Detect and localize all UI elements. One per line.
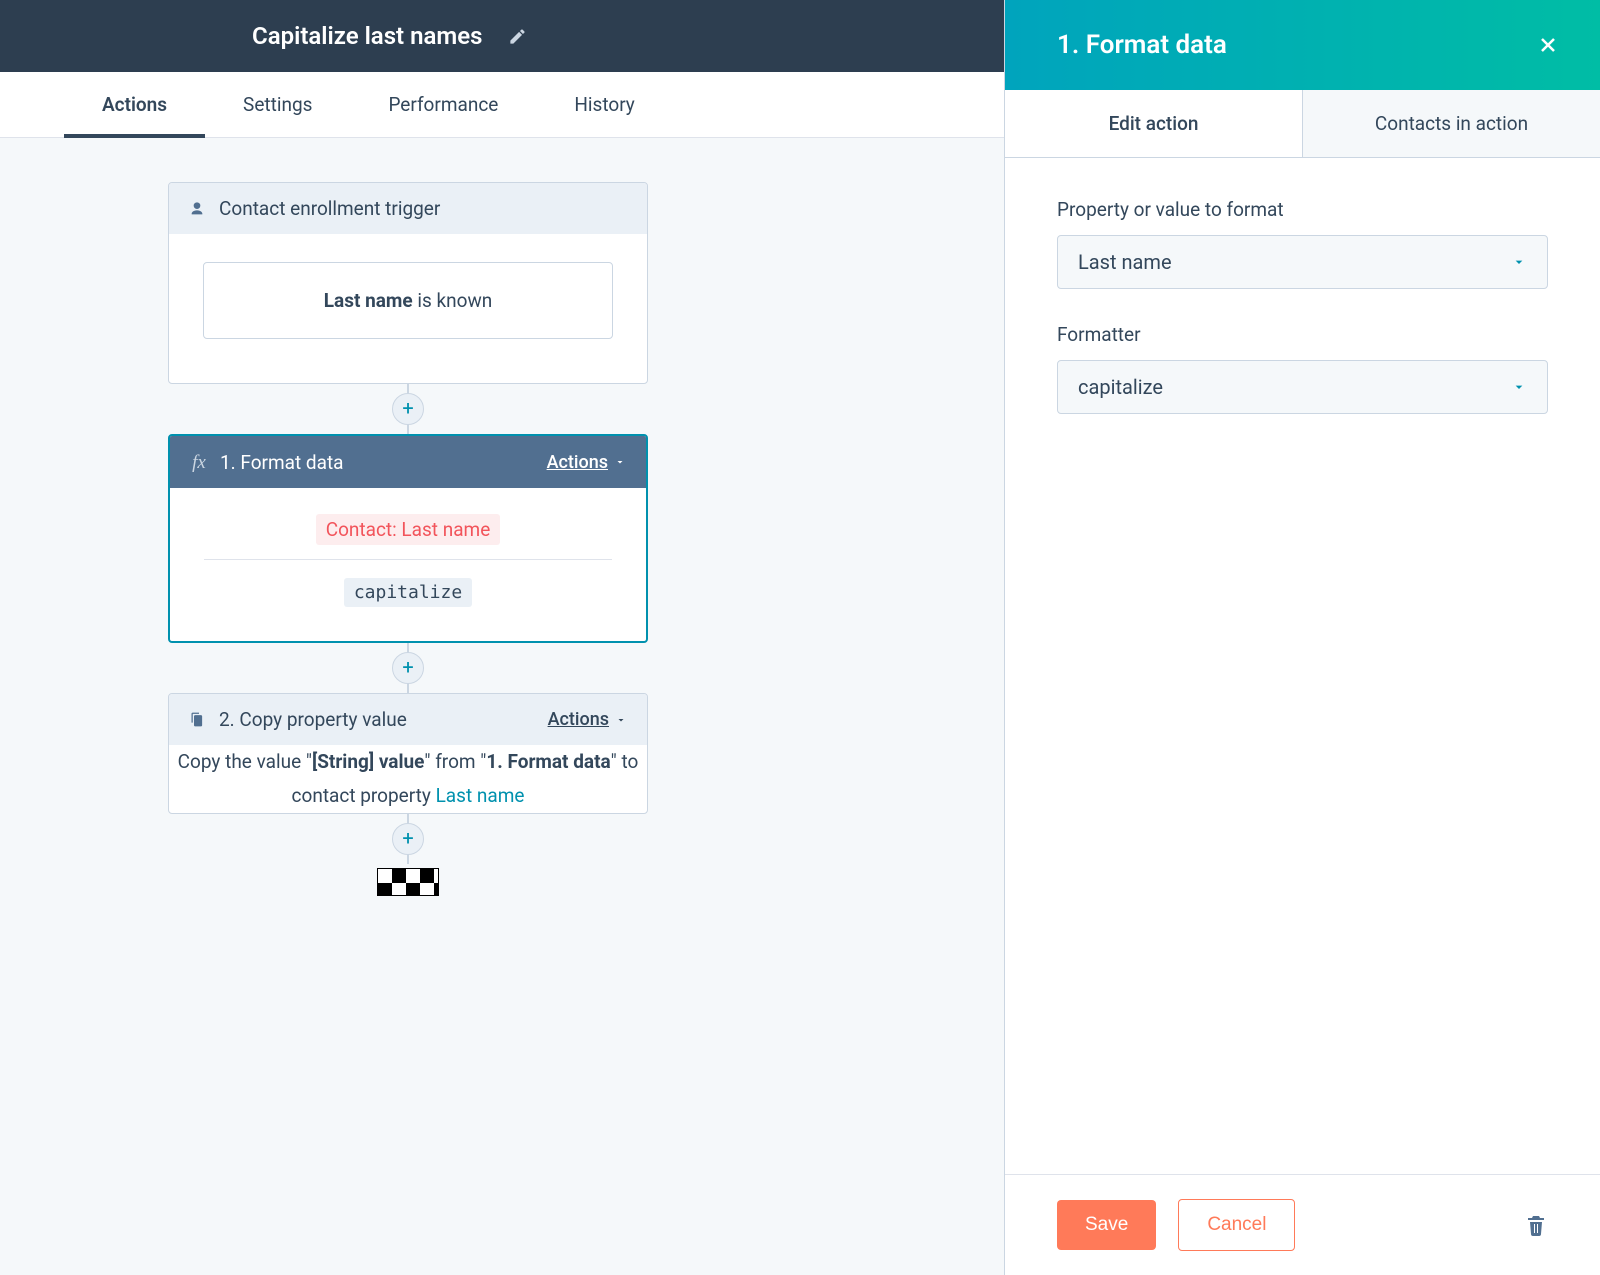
close-icon <box>1536 33 1560 57</box>
formatter-select[interactable]: capitalize <box>1057 360 1548 414</box>
caret-down-icon <box>1511 254 1527 270</box>
side-panel: 1. Format data Edit action Contacts in a… <box>1004 0 1600 1275</box>
format-card[interactable]: fx 1. Format data Actions Contact: Last … <box>168 434 648 643</box>
trigger-card-body: Last name is known <box>169 234 647 383</box>
caret-down-icon <box>614 456 626 468</box>
copy-card-title: 2. Copy property value <box>219 708 536 731</box>
panel-tab-edit[interactable]: Edit action <box>1005 90 1303 157</box>
copy-card[interactable]: 2. Copy property value Actions Copy the … <box>168 693 648 814</box>
panel-header: 1. Format data <box>1005 0 1600 90</box>
main-tabs: Actions Settings Performance History <box>0 72 1004 138</box>
property-token: Contact: Last name <box>316 514 501 545</box>
actions-label: Actions <box>548 709 609 730</box>
actions-label: Actions <box>547 452 608 473</box>
formatter-field-label: Formatter <box>1057 323 1548 346</box>
add-action-button[interactable]: + <box>392 652 424 684</box>
save-button[interactable]: Save <box>1057 1200 1156 1250</box>
trigger-condition[interactable]: Last name is known <box>203 262 613 339</box>
delete-action-button[interactable] <box>1524 1212 1548 1238</box>
copy-pre: Copy the value " <box>178 750 312 773</box>
tab-actions[interactable]: Actions <box>64 72 205 138</box>
property-field-label: Property or value to format <box>1057 198 1548 221</box>
copy-card-body: Copy the value "[String] value" from "1.… <box>169 745 647 813</box>
tab-settings[interactable]: Settings <box>205 72 350 138</box>
property-select-value: Last name <box>1078 250 1172 274</box>
formatter-chip: capitalize <box>344 578 472 607</box>
connector: + <box>407 384 409 434</box>
format-card-header: fx 1. Format data Actions <box>170 436 646 488</box>
cancel-button[interactable]: Cancel <box>1178 1199 1295 1251</box>
clipboard-icon <box>189 712 207 727</box>
trigger-card[interactable]: Contact enrollment trigger Last name is … <box>168 182 648 384</box>
tab-history[interactable]: History <box>536 72 672 138</box>
trigger-card-title: Contact enrollment trigger <box>219 197 627 220</box>
panel-body: Property or value to format Last name Fo… <box>1005 158 1600 1174</box>
add-action-button[interactable]: + <box>392 823 424 855</box>
finish-flag-icon <box>377 868 439 896</box>
function-icon: fx <box>190 450 208 474</box>
copy-target-link[interactable]: Last name <box>436 784 525 807</box>
edit-title-icon[interactable] <box>508 27 527 46</box>
formatter-select-value: capitalize <box>1078 375 1163 399</box>
caret-down-icon <box>1511 379 1527 395</box>
trigger-rest: is known <box>413 289 493 312</box>
divider <box>204 559 612 560</box>
trigger-card-header: Contact enrollment trigger <box>169 183 647 234</box>
tab-performance[interactable]: Performance <box>350 72 536 138</box>
format-card-title: 1. Format data <box>220 451 535 474</box>
workflow-title: Capitalize last names <box>252 22 482 50</box>
panel-footer: Save Cancel <box>1005 1174 1600 1275</box>
trash-icon <box>1524 1212 1548 1238</box>
caret-down-icon <box>615 714 627 726</box>
panel-tabs: Edit action Contacts in action <box>1005 90 1600 158</box>
format-card-actions-menu[interactable]: Actions <box>547 452 626 473</box>
copy-source: 1. Format data <box>486 750 610 773</box>
copy-mid1: " from " <box>424 750 486 773</box>
workflow-canvas[interactable]: Contact enrollment trigger Last name is … <box>0 138 1004 1275</box>
connector: + <box>407 643 409 693</box>
topbar: Capitalize last names <box>0 0 1004 72</box>
trigger-prop: Last name <box>324 289 413 312</box>
format-card-body: Contact: Last name capitalize <box>170 488 646 641</box>
connector: + <box>407 814 409 864</box>
panel-title: 1. Format data <box>1057 30 1227 60</box>
close-panel-button[interactable] <box>1536 33 1560 57</box>
copy-string-value: [String] value <box>312 750 424 773</box>
property-select[interactable]: Last name <box>1057 235 1548 289</box>
copy-card-actions-menu[interactable]: Actions <box>548 709 627 730</box>
copy-card-header: 2. Copy property value Actions <box>169 694 647 745</box>
panel-tab-contacts[interactable]: Contacts in action <box>1303 90 1600 157</box>
contact-icon <box>189 201 207 217</box>
add-action-button[interactable]: + <box>392 393 424 425</box>
